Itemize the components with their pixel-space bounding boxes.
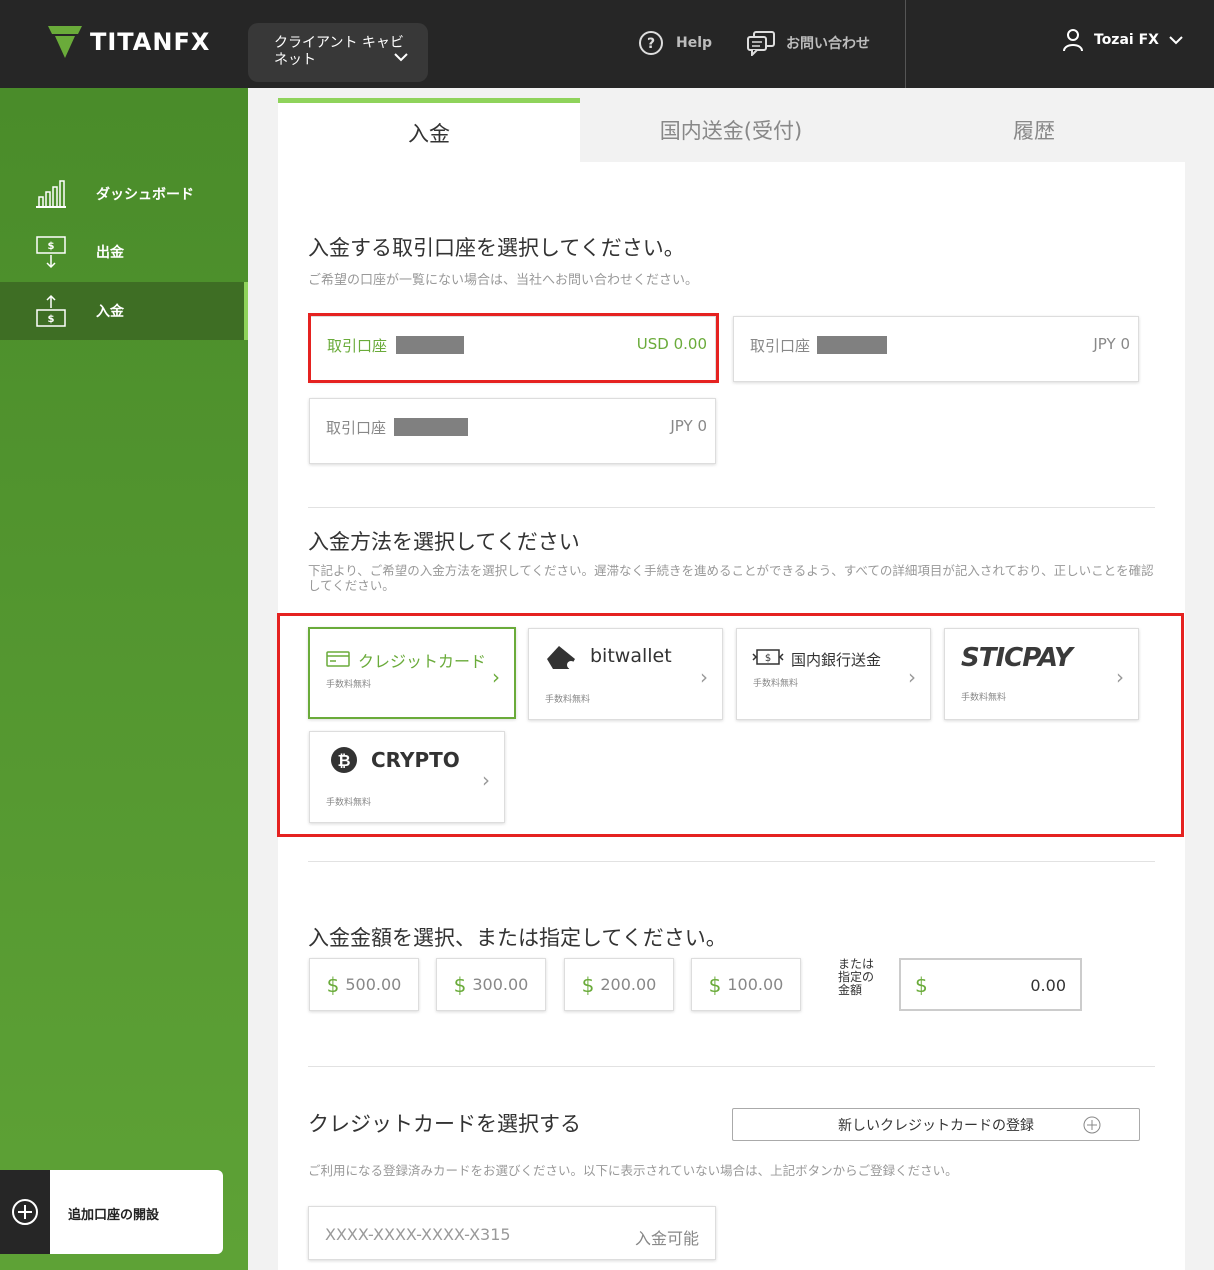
- register-new-card-button[interactable]: 新しいクレジットカードの登録: [732, 1108, 1140, 1141]
- custom-amount-value: 0.00: [1030, 976, 1066, 995]
- section-divider: [308, 861, 1155, 862]
- contact-label: お問い合わせ: [786, 36, 870, 52]
- currency-symbol: $: [915, 973, 928, 997]
- account-name: 取引口座: [750, 337, 811, 355]
- help-link[interactable]: ? Help: [638, 30, 712, 56]
- redacted-account-number: [817, 336, 887, 354]
- titanfx-logo[interactable]: TITANFX: [48, 24, 210, 60]
- bar-chart-icon: [36, 180, 66, 208]
- amount-section-title: 入金金額を選択、または指定してください。: [308, 926, 727, 950]
- chevron-down-icon: [1169, 35, 1183, 44]
- chat-bubbles-icon: [747, 31, 775, 56]
- sidebar-item-withdraw[interactable]: $ 出金: [0, 223, 248, 281]
- card-status: 入金可能: [634, 1229, 699, 1248]
- sidebar-item-label: 出金: [96, 245, 124, 261]
- card-section-subtitle: ご利用になる登録済みカードをお選びください。以下に表示されていない場合は、上記ボ…: [308, 1163, 958, 1178]
- amount-preset-button[interactable]: $ 100.00: [691, 958, 801, 1011]
- deposit-icon: $: [36, 294, 66, 327]
- titan-shield-icon: [48, 26, 82, 58]
- open-account-button[interactable]: 追加口座の開設: [0, 1170, 223, 1254]
- help-circle-icon: ?: [639, 31, 663, 55]
- tab-deposit[interactable]: 入金: [278, 98, 580, 162]
- top-bar: TITANFX クライアント キャビネット ? Help お問い合わせ Toza…: [0, 0, 1214, 88]
- custom-amount-label: または指定の金額: [838, 957, 875, 997]
- account-balance: JPY 0: [1093, 335, 1130, 353]
- logo-text: TITANFX: [90, 28, 211, 56]
- amount-preset-button[interactable]: $ 300.00: [436, 958, 546, 1011]
- currency-symbol: $: [708, 972, 722, 997]
- svg-text:?: ?: [647, 36, 655, 52]
- amount-value: 500.00: [345, 975, 402, 994]
- tab-domestic-transfer[interactable]: 国内送金(受付): [580, 98, 882, 162]
- section-divider: [308, 1066, 1155, 1067]
- plus-circle-icon: [1083, 1116, 1101, 1134]
- method-section-title: 入金方法を選択してください: [308, 530, 580, 554]
- account-balance: JPY 0: [670, 417, 707, 435]
- card-number: XXXX-XXXX-XXXX-X315: [325, 1225, 511, 1244]
- withdraw-icon: $: [36, 236, 66, 269]
- new-card-label: 新しいクレジットカードの登録: [838, 1117, 1034, 1134]
- sidebar: ダッシュボード $ 出金 $ 入金: [0, 88, 248, 1270]
- contact-link[interactable]: お問い合わせ: [746, 30, 870, 56]
- amount-value: 200.00: [600, 975, 657, 994]
- sidebar-item-dashboard[interactable]: ダッシュボード: [0, 165, 248, 223]
- card-section-title: クレジットカードを選択する: [308, 1112, 581, 1136]
- user-icon: [1063, 29, 1083, 52]
- account-card[interactable]: 取引口座 JPY 0: [733, 316, 1139, 382]
- highlight-box-account: [308, 313, 719, 383]
- amount-preset-button[interactable]: $ 500.00: [309, 958, 419, 1011]
- open-account-label: 追加口座の開設: [68, 1208, 160, 1223]
- currency-symbol: $: [326, 972, 340, 997]
- user-menu[interactable]: Tozai FX: [1062, 28, 1183, 52]
- header-divider: [905, 0, 906, 88]
- custom-amount-input[interactable]: $ 0.00: [899, 958, 1082, 1011]
- sidebar-item-deposit[interactable]: $ 入金: [0, 282, 248, 340]
- account-section-subtitle: ご希望の口座が一覧にない場合は、当社へお問い合わせください。: [308, 273, 699, 288]
- method-section-subtitle: 下記より、ご希望の入金方法を選択してください。遅滞なく手続きを進めることができる…: [308, 563, 1154, 593]
- redacted-account-number: [394, 418, 468, 436]
- amount-value: 100.00: [727, 975, 784, 994]
- svg-text:$: $: [48, 241, 55, 252]
- client-cabinet-dropdown[interactable]: クライアント キャビネット: [248, 23, 428, 82]
- currency-symbol: $: [453, 972, 467, 997]
- account-name: 取引口座: [326, 419, 387, 437]
- sidebar-item-label: ダッシュボード: [96, 187, 194, 203]
- tab-history[interactable]: 履歴: [883, 98, 1185, 162]
- chevron-down-icon: [394, 53, 408, 62]
- amount-value: 300.00: [472, 975, 529, 994]
- account-card[interactable]: 取引口座 JPY 0: [309, 398, 716, 464]
- account-section-title: 入金する取引口座を選択してください。: [308, 236, 685, 260]
- svg-text:$: $: [48, 314, 55, 325]
- plus-circle-icon: [0, 1170, 50, 1254]
- highlight-box-methods: [277, 613, 1184, 837]
- currency-symbol: $: [581, 972, 595, 997]
- section-divider: [308, 507, 1155, 508]
- saved-card-item[interactable]: XXXX-XXXX-XXXX-X315 入金可能: [308, 1206, 716, 1260]
- amount-preset-button[interactable]: $ 200.00: [564, 958, 674, 1011]
- user-name: Tozai FX: [1094, 32, 1159, 48]
- cabinet-label: クライアント キャビネット: [274, 35, 404, 68]
- help-label: Help: [676, 35, 713, 51]
- sidebar-item-label: 入金: [96, 304, 124, 320]
